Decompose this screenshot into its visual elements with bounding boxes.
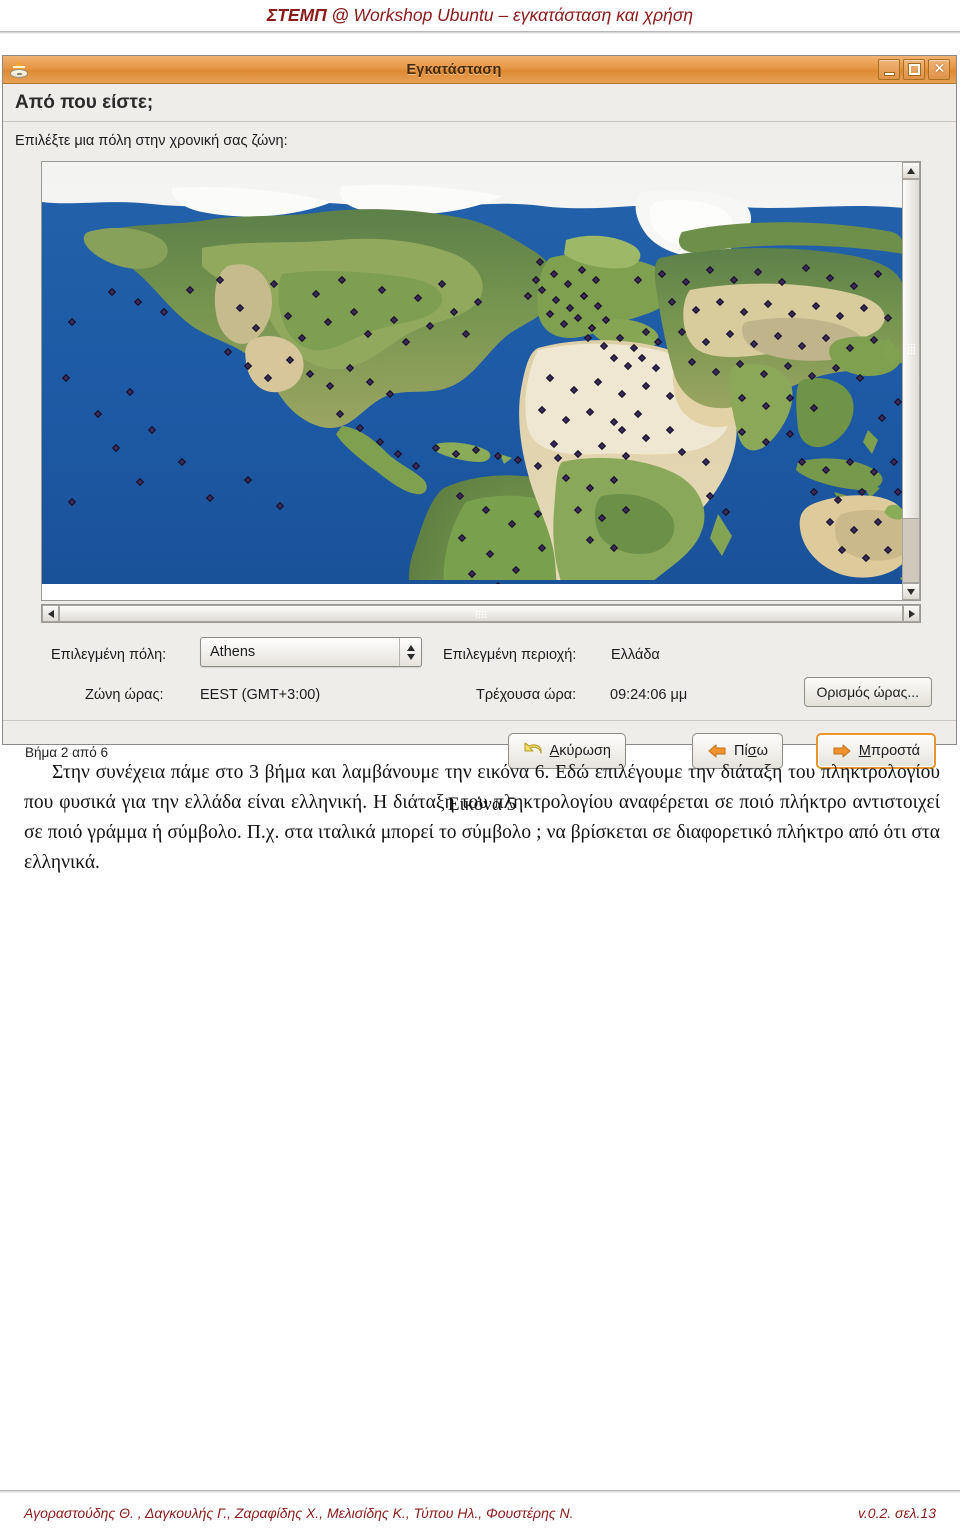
window-titlebar[interactable]: Εγκατάσταση ✕ bbox=[3, 56, 956, 84]
footer-divider bbox=[3, 720, 956, 721]
chevron-right-icon bbox=[908, 609, 915, 618]
vertical-scroll-track[interactable] bbox=[902, 518, 920, 583]
back-label-tail: ω bbox=[756, 743, 768, 759]
city-row: Επιλεγμένη πόλη: Athens Επιλεγμένη περιο… bbox=[3, 635, 956, 675]
cancel-button-label: Ακύρωση bbox=[549, 743, 611, 759]
timezone-map-frame bbox=[41, 161, 921, 601]
figure-installer-screenshot: Εγκατάσταση ✕ Από που είστε; Επιλέξτε μι… bbox=[2, 55, 957, 815]
scroll-grip-icon bbox=[475, 609, 487, 618]
forward-label-rest: προστά bbox=[870, 743, 920, 759]
selected-region-label: Επιλεγμένη περιοχή: bbox=[443, 647, 577, 663]
footer-authors: Αγοραστούδης Θ. , Δαγκουλής Γ., Ζαραφίδη… bbox=[24, 1505, 574, 1521]
maximize-button[interactable] bbox=[903, 59, 925, 80]
arrow-left-icon bbox=[708, 744, 726, 758]
scroll-right-button[interactable] bbox=[903, 605, 920, 622]
time-row: Ζώνη ώρας: EEST (GMT+3:00) Τρέχουσα ώρα:… bbox=[3, 677, 956, 713]
selected-region-value: Ελλάδα bbox=[611, 647, 660, 663]
close-icon: ✕ bbox=[933, 61, 946, 77]
scroll-grip-icon bbox=[907, 343, 915, 355]
header-rest-part: Workshop Ubuntu – εγκατάσταση και χρήση bbox=[348, 5, 694, 25]
chevron-up-icon bbox=[907, 167, 915, 174]
header-bold-part: ΣΤΕΜΠ @ bbox=[266, 5, 349, 25]
arrow-right-icon bbox=[833, 744, 851, 758]
page-title: Από που είστε; bbox=[15, 91, 154, 113]
minimize-icon bbox=[884, 72, 895, 76]
chevron-left-icon bbox=[47, 609, 54, 618]
minimize-button[interactable] bbox=[878, 59, 900, 80]
set-time-button[interactable]: Ορισμός ώρας... bbox=[803, 677, 932, 707]
scroll-left-button[interactable] bbox=[42, 605, 59, 622]
city-spinner[interactable] bbox=[399, 638, 421, 666]
maximize-icon bbox=[909, 64, 920, 75]
map-vertical-scrollbar[interactable] bbox=[902, 162, 920, 600]
window-body: Επιλέξτε μια πόλη στην χρονική σας ζώνη: bbox=[3, 123, 956, 769]
back-label-head: Πί bbox=[734, 743, 748, 759]
timezone-label: Ζώνη ώρας: bbox=[85, 687, 164, 703]
window-controls: ✕ bbox=[878, 59, 950, 80]
city-combobox[interactable]: Athens bbox=[200, 637, 422, 667]
body-paragraph: Στην συνέχεια πάμε στο 3 βήμα και λαμβάν… bbox=[24, 762, 940, 873]
document-header-title: ΣΤΕΜΠ @ Workshop Ubuntu – εγκατάσταση κα… bbox=[0, 0, 960, 30]
header-divider bbox=[0, 31, 960, 34]
city-combobox-value: Athens bbox=[210, 644, 256, 660]
forward-button-label: Μπροστά bbox=[858, 743, 920, 759]
selected-city-label: Επιλεγμένη πόλη: bbox=[51, 647, 167, 663]
city-markers-layer bbox=[62, 258, 902, 584]
prompt-label: Επιλέξτε μια πόλη στην χρονική σας ζώνη: bbox=[15, 133, 288, 149]
current-time-label: Τρέχουσα ώρα: bbox=[476, 687, 577, 703]
ubuntu-installer-icon bbox=[8, 59, 30, 81]
timezone-value: EEST (GMT+3:00) bbox=[200, 687, 321, 703]
scroll-up-button[interactable] bbox=[902, 162, 920, 179]
vertical-scroll-thumb[interactable] bbox=[902, 179, 920, 519]
figure-caption: Εικόνα 5 bbox=[447, 794, 517, 815]
timezone-form: Επιλεγμένη πόλη: Athens Επιλεγμένη περιο… bbox=[3, 635, 956, 713]
footer-version: v.0.2. σελ.13 bbox=[857, 1505, 936, 1521]
installer-window: Εγκατάσταση ✕ Από που είστε; Επιλέξτε μι… bbox=[2, 55, 957, 769]
current-time-value: 09:24:06 μμ bbox=[610, 687, 688, 703]
horizontal-scroll-thumb[interactable] bbox=[59, 605, 903, 622]
document-footer: Αγοραστούδης Θ. , Δαγκουλής Γ., Ζαραφίδη… bbox=[24, 1505, 936, 1521]
spinner-up-icon bbox=[406, 644, 415, 651]
scroll-down-button[interactable] bbox=[902, 583, 920, 600]
cancel-label-rest: κύρωση bbox=[559, 743, 611, 759]
map-horizontal-scrollbar[interactable] bbox=[41, 604, 921, 623]
chevron-down-icon bbox=[907, 588, 915, 595]
page-title-band: Από που είστε; bbox=[3, 84, 956, 122]
spinner-down-icon bbox=[406, 653, 415, 660]
timezone-map[interactable] bbox=[42, 162, 904, 584]
back-button-label: Πίσω bbox=[734, 743, 768, 759]
window-title: Εγκατάσταση bbox=[406, 61, 502, 78]
close-button[interactable]: ✕ bbox=[928, 59, 950, 80]
footer-divider-line bbox=[0, 1490, 960, 1493]
